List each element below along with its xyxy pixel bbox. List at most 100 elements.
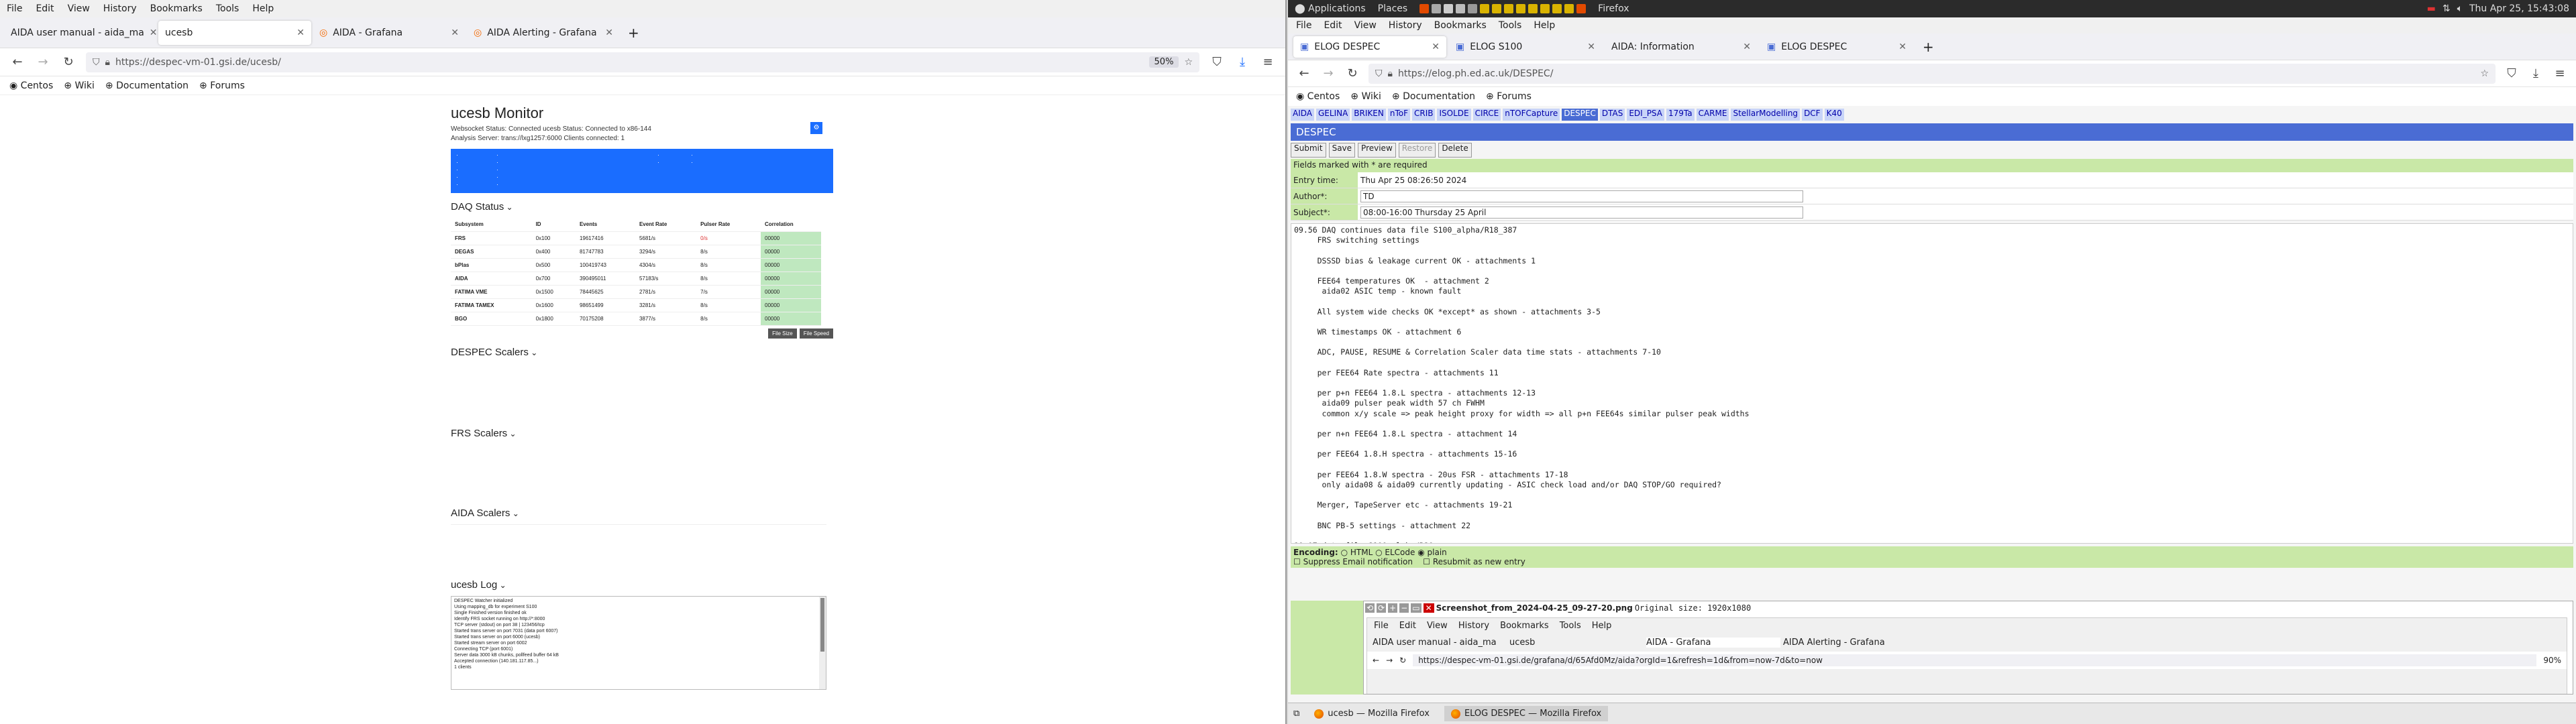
back-icon[interactable]: ← xyxy=(9,55,25,69)
back-icon[interactable]: ← xyxy=(1296,66,1312,80)
firefox-icon[interactable] xyxy=(1419,4,1430,13)
preview-button[interactable]: Preview xyxy=(1358,143,1396,158)
logbook-tab-despec[interactable]: DESPEC xyxy=(1562,109,1598,121)
close-icon[interactable]: ✕ xyxy=(451,27,459,38)
logbook-tab-circe[interactable]: CIRCE xyxy=(1472,109,1501,121)
logbook-tab-carme[interactable]: CARME xyxy=(1696,109,1729,121)
show-desktop-icon[interactable]: ⧉ xyxy=(1293,709,1299,719)
menu-help[interactable]: Help xyxy=(252,3,274,14)
places-menu[interactable]: Places xyxy=(1378,3,1408,14)
network-icon[interactable]: ⇅ xyxy=(2443,3,2451,14)
star-icon[interactable]: ☆ xyxy=(2480,68,2489,79)
log-scrollbar[interactable] xyxy=(819,596,826,689)
submit-button[interactable]: Submit xyxy=(1291,143,1326,158)
reload-icon[interactable]: ↻ xyxy=(1344,66,1360,80)
new-tab-icon[interactable]: + xyxy=(621,25,646,41)
tab-aida-manual[interactable]: AIDA user manual - aida_ma ✕ xyxy=(4,21,157,45)
app-icon[interactable] xyxy=(1516,4,1526,13)
forward-icon[interactable]: → xyxy=(1320,66,1336,80)
ucesb-log-heading[interactable]: ucesb Log xyxy=(451,579,833,591)
bookmark-forums[interactable]: ⊕ Forums xyxy=(199,80,245,91)
menu-tools[interactable]: Tools xyxy=(216,3,239,14)
menu-bookmarks[interactable]: Bookmarks xyxy=(150,3,203,14)
star-icon[interactable]: ☆ xyxy=(1184,57,1193,68)
close-icon[interactable]: ✕ xyxy=(605,27,613,38)
menu-edit[interactable]: Edit xyxy=(36,3,54,14)
new-tab-icon[interactable]: + xyxy=(1916,39,1941,55)
zoom-out-icon[interactable]: − xyxy=(1399,603,1409,613)
logbook-tab-aida[interactable]: AIDA xyxy=(1291,109,1314,121)
logbook-tab-stellarmodelling[interactable]: StellarModelling xyxy=(1731,109,1801,121)
tab-elog-despec[interactable]: ▣ ELOG DESPEC ✕ xyxy=(1293,36,1446,58)
volume-icon[interactable]: 🔈︎ xyxy=(2457,3,2463,14)
app-icon[interactable] xyxy=(1492,4,1502,13)
logbook-tab-dtas[interactable]: DTAS xyxy=(1599,109,1625,121)
resubmit-checkbox[interactable]: ☐ Resubmit as new entry xyxy=(1423,557,1525,566)
close-icon[interactable]: ✕ xyxy=(1898,42,1907,52)
entry-text-area[interactable]: 09.56 DAQ continues data file S100_alpha… xyxy=(1291,223,2573,544)
logbook-tab-ntof[interactable]: nToF xyxy=(1387,109,1410,121)
encoding-elcode-radio[interactable]: ○ ELCode xyxy=(1375,548,1415,557)
tab-aida-grafana[interactable]: ◎ AIDA - Grafana ✕ xyxy=(313,21,466,45)
bookmark-centos[interactable]: ◉ Centos xyxy=(1296,91,1340,102)
download-icon[interactable]: ⤓ xyxy=(2528,66,2544,80)
logbook-tab-179ta[interactable]: 179Ta xyxy=(1666,109,1695,121)
file-speed-button[interactable]: File Speed xyxy=(799,328,833,339)
encoding-html-radio[interactable]: ○ HTML xyxy=(1341,548,1373,557)
rotate-left-icon[interactable]: ⟲ xyxy=(1365,603,1375,613)
logbook-tab-isolde[interactable]: ISOLDE xyxy=(1437,109,1471,121)
editor-icon[interactable] xyxy=(1456,4,1466,13)
app-icon[interactable] xyxy=(1564,4,1574,13)
bookmark-documentation[interactable]: ⊕ Documentation xyxy=(1392,91,1475,102)
ucesb-log[interactable]: DESPEC Watcher initialized Using mapping_… xyxy=(451,595,826,690)
app-icon[interactable] xyxy=(1540,4,1550,13)
pocket-icon[interactable]: ⛉ xyxy=(2504,66,2520,80)
forward-icon[interactable]: → xyxy=(35,55,51,69)
bookmark-documentation[interactable]: ⊕ Documentation xyxy=(105,80,189,91)
tab-ucesb[interactable]: ucesb ✕ xyxy=(158,20,311,45)
logbook-tab-gelina[interactable]: GELINA xyxy=(1316,109,1350,121)
tab-aida-alerting[interactable]: ◎ AIDA Alerting - Grafana ✕ xyxy=(467,21,620,45)
menu-tools[interactable]: Tools xyxy=(1499,20,1522,31)
menu-history[interactable]: History xyxy=(1389,20,1422,31)
menu-bookmarks[interactable]: Bookmarks xyxy=(1434,20,1487,31)
bookmark-forums[interactable]: ⊕ Forums xyxy=(1486,91,1532,102)
firefox-icon[interactable] xyxy=(1576,4,1587,13)
flag-icon[interactable]: ▬ xyxy=(2427,3,2436,14)
menu-view[interactable]: View xyxy=(1354,20,1377,31)
tab-elog-s100[interactable]: ▣ ELOG S100 ✕ xyxy=(1449,36,1602,58)
bookmark-wiki[interactable]: ⊕ Wiki xyxy=(1350,91,1381,102)
attachment-preview[interactable]: File Edit View History Bookmarks Tools H… xyxy=(1366,617,2567,694)
frs-scalers-heading[interactable]: FRS Scalers xyxy=(451,428,833,439)
terminal-icon[interactable] xyxy=(1444,4,1454,13)
zoom-badge[interactable]: 50% xyxy=(1148,56,1179,68)
logbook-tab-crib[interactable]: CRIB xyxy=(1411,109,1436,121)
restore-button[interactable]: Restore xyxy=(1398,143,1436,158)
close-icon[interactable]: ✕ xyxy=(150,27,157,38)
close-icon[interactable]: ✕ xyxy=(1432,42,1440,52)
rotate-right-icon[interactable]: ⟳ xyxy=(1377,603,1387,613)
file-size-button[interactable]: File Size xyxy=(768,328,797,339)
logbook-tab-k40[interactable]: K40 xyxy=(1824,109,1844,121)
download-icon[interactable]: ⤓ xyxy=(1234,55,1250,69)
close-icon[interactable]: ✕ xyxy=(1743,42,1751,52)
taskbar-ucesb[interactable]: ucesb — Mozilla Firefox xyxy=(1307,706,1436,721)
save-button[interactable]: Save xyxy=(1328,143,1356,158)
menu-history[interactable]: History xyxy=(103,3,137,14)
daq-status-heading[interactable]: DAQ Status xyxy=(451,201,833,213)
author-field[interactable]: TD xyxy=(1360,190,1803,202)
logbook-tab-ntofcapture[interactable]: nTOFCapture xyxy=(1503,109,1560,121)
files-icon[interactable] xyxy=(1432,4,1442,13)
encoding-plain-radio[interactable]: ◉ plain xyxy=(1417,548,1447,557)
app-icon[interactable] xyxy=(1468,4,1478,13)
menu-icon[interactable]: ≡ xyxy=(2552,66,2568,80)
settings-icon[interactable]: ⚙ xyxy=(810,122,822,134)
suppress-email-checkbox[interactable]: ☐ Suppress Email notification xyxy=(1293,557,1413,566)
bookmark-centos[interactable]: ◉ Centos xyxy=(9,80,53,91)
clock[interactable]: Thu Apr 25, 15:43:08 xyxy=(2469,3,2569,14)
attachment-filename[interactable]: Screenshot_from_2024-04-25_09-27-20.png xyxy=(1436,603,1633,613)
menu-file[interactable]: File xyxy=(7,3,22,14)
zoom-in-icon[interactable]: + xyxy=(1388,603,1398,613)
aida-scalers-heading[interactable]: AIDA Scalers xyxy=(451,507,833,519)
app-icon[interactable] xyxy=(1528,4,1538,13)
